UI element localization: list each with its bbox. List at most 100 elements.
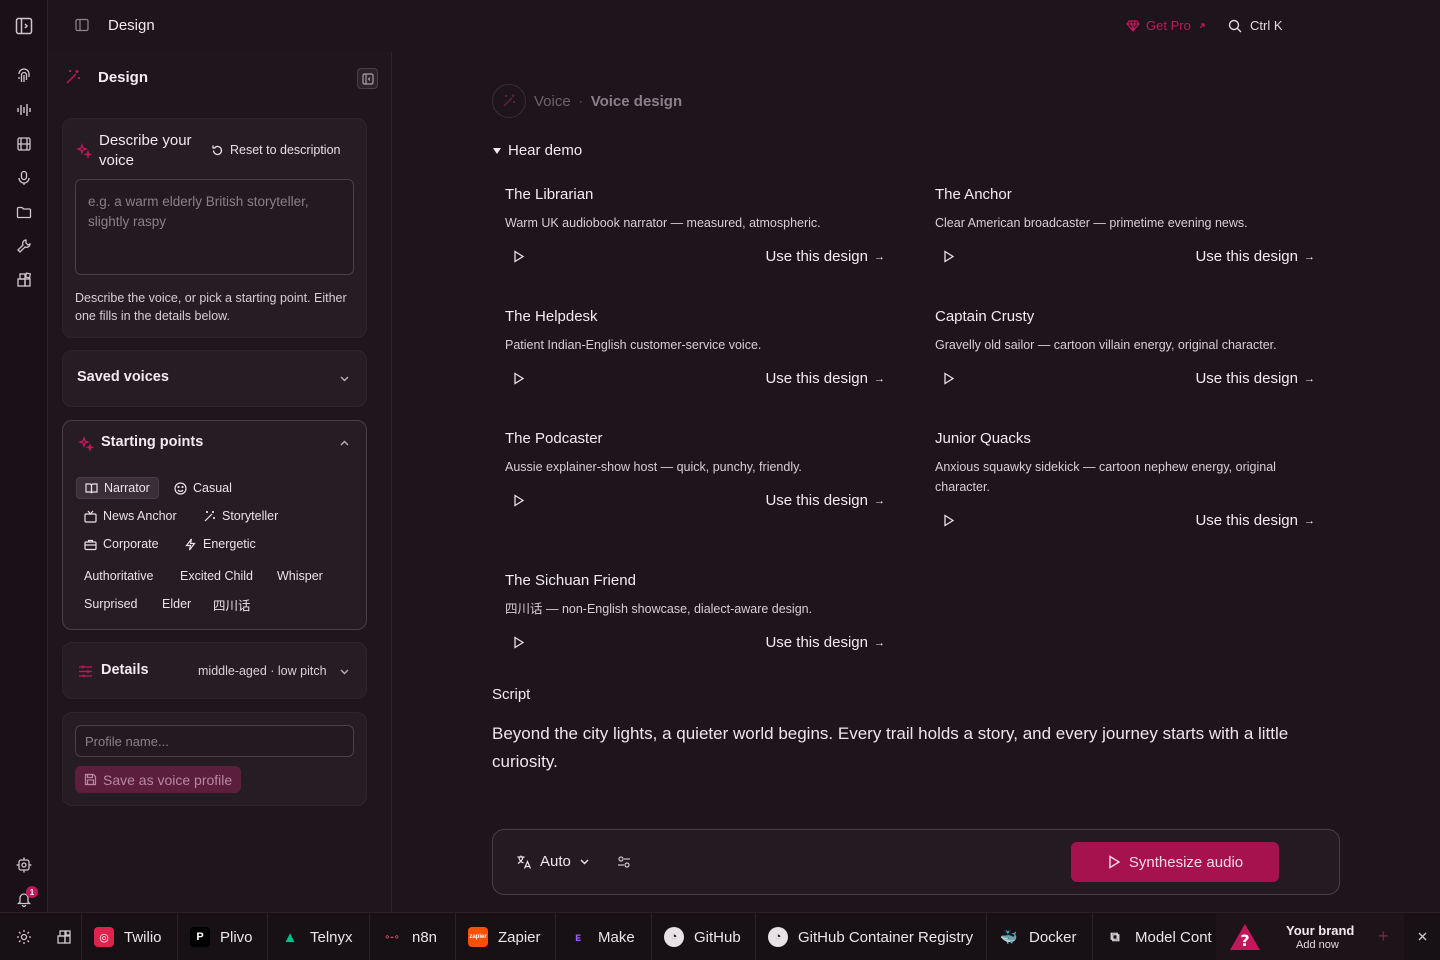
- collapse-sidebar-button[interactable]: [357, 68, 378, 89]
- arrow-right-icon: →: [1304, 250, 1315, 263]
- taskbar-plivo[interactable]: P Plivo: [178, 913, 268, 960]
- chip-narrator[interactable]: Narrator: [76, 477, 159, 499]
- play-icon[interactable]: [942, 372, 955, 385]
- taskbar-label: Twilio: [124, 928, 162, 946]
- hear-demo-label: Hear demo: [508, 142, 583, 159]
- breadcrumb-separator: ·: [578, 94, 583, 108]
- chip-energetic[interactable]: Energetic: [176, 533, 264, 555]
- use-this-design-button[interactable]: Use this design →: [1195, 248, 1315, 265]
- icon-rail: 1: [0, 0, 48, 912]
- use-label: Use this design: [765, 634, 868, 651]
- demo-name: The Helpdesk: [505, 308, 598, 325]
- play-icon[interactable]: [942, 250, 955, 263]
- demo-name: Captain Crusty: [935, 308, 1035, 325]
- close-icon[interactable]: [1417, 931, 1428, 942]
- play-icon[interactable]: [942, 514, 955, 527]
- taskbar-docker[interactable]: 🐳 Docker: [987, 913, 1093, 960]
- plivo-icon: P: [190, 927, 210, 947]
- use-this-design-button[interactable]: Use this design →: [765, 370, 885, 387]
- taskbar-make[interactable]: ᴇ Make: [556, 913, 652, 960]
- waveform-icon[interactable]: [14, 100, 34, 120]
- svg-text:?: ?: [1240, 931, 1249, 950]
- taskbar-zapier[interactable]: zapier Zapier: [456, 913, 556, 960]
- chip-casual[interactable]: Casual: [166, 477, 240, 499]
- briefcase-icon: [84, 538, 97, 551]
- demo-the-anchor: The Anchor Clear American broadcaster — …: [935, 186, 1335, 273]
- taskbar-n8n[interactable]: ∘-∘ n8n: [370, 913, 456, 960]
- play-icon: [1107, 855, 1121, 869]
- taskbar-github-container-registry[interactable]: ◔ GitHub Container Registry: [756, 913, 987, 960]
- sidebar-toggle-icon[interactable]: [14, 16, 34, 36]
- use-label: Use this design: [765, 370, 868, 387]
- tune-settings-icon[interactable]: [617, 855, 631, 869]
- chip-label: News Anchor: [103, 509, 177, 523]
- play-icon[interactable]: [512, 372, 525, 385]
- saved-voices-label: Saved voices: [77, 369, 169, 385]
- use-this-design-button[interactable]: Use this design →: [765, 492, 885, 509]
- sparkles-icon: [78, 436, 94, 452]
- describe-helper-text: Describe the voice, or pick a starting p…: [75, 291, 347, 323]
- your-brand-promo[interactable]: ? Your brand Add now +: [1216, 913, 1404, 960]
- translate-icon: [516, 854, 532, 870]
- get-pro-link[interactable]: Get Pro: [1126, 18, 1207, 33]
- chip-sichuanese[interactable]: 四川话: [205, 593, 259, 615]
- search-shortcut[interactable]: Ctrl K: [1228, 18, 1283, 33]
- profile-card: Profile name... Save as voice profile: [62, 712, 367, 806]
- use-this-design-button[interactable]: Use this design →: [1195, 512, 1315, 529]
- chip-surprised[interactable]: Surprised: [76, 593, 146, 615]
- use-this-design-button[interactable]: Use this design →: [1195, 370, 1315, 387]
- breadcrumb-voice[interactable]: Voice: [534, 93, 571, 110]
- chip-storyteller[interactable]: Storyteller: [195, 505, 286, 527]
- script-text[interactable]: Beyond the city lights, a quieter world …: [492, 720, 1332, 776]
- synthesize-audio-button[interactable]: Synthesize audio: [1071, 842, 1279, 882]
- taskbar-model-context[interactable]: ⧉ Model Cont: [1093, 913, 1217, 960]
- chip-authoritative[interactable]: Authoritative: [76, 565, 161, 587]
- layout-icon[interactable]: [75, 18, 89, 32]
- gear-icon[interactable]: [16, 929, 32, 945]
- sparkles-icon: [76, 143, 92, 159]
- folder-icon[interactable]: [14, 202, 34, 222]
- language-select[interactable]: Auto: [516, 853, 590, 870]
- play-icon[interactable]: [512, 494, 525, 507]
- voice-description-textarea[interactable]: e.g. a warm elderly British storyteller,…: [75, 179, 354, 275]
- save-voice-profile-button[interactable]: Save as voice profile: [75, 766, 242, 793]
- chip-label: Storyteller: [222, 509, 279, 523]
- chip-label: Corporate: [103, 537, 159, 551]
- use-this-design-button[interactable]: Use this design →: [765, 248, 885, 265]
- play-icon[interactable]: [512, 636, 525, 649]
- demo-the-sichuan-friend: The Sichuan Friend 四川话 — non-English sho…: [505, 572, 905, 659]
- taskbar-github[interactable]: ◔ GitHub: [652, 913, 756, 960]
- details-accordion[interactable]: Details middle-aged · low pitch: [62, 642, 367, 699]
- use-this-design-button[interactable]: Use this design →: [765, 634, 885, 651]
- synthesize-bar: Auto Synthesize audio: [492, 829, 1340, 895]
- chip-whisper[interactable]: Whisper: [269, 565, 331, 587]
- main-content: Voice · Voice design Hear demo The Libra…: [392, 52, 1440, 912]
- apps-launcher[interactable]: [48, 913, 82, 960]
- profile-name-input[interactable]: Profile name...: [75, 725, 354, 757]
- plus-icon[interactable]: +: [1378, 926, 1389, 947]
- play-icon[interactable]: [512, 250, 525, 263]
- chip-settings-icon[interactable]: [14, 855, 34, 875]
- extensions-icon[interactable]: [14, 270, 34, 290]
- wrench-icon[interactable]: [14, 236, 34, 256]
- fingerprint-icon[interactable]: [14, 66, 34, 86]
- chip-label: Surprised: [84, 597, 138, 611]
- hear-demo-toggle[interactable]: Hear demo: [492, 142, 582, 159]
- describe-voice-card: Describe your voice Reset to description…: [62, 118, 367, 338]
- taskbar-label: GitHub Container Registry: [798, 928, 974, 946]
- microphone-icon[interactable]: [14, 168, 34, 188]
- chip-news-anchor[interactable]: News Anchor: [76, 505, 185, 527]
- film-icon[interactable]: [14, 134, 34, 154]
- telnyx-icon: ▲: [282, 928, 298, 946]
- chip-excited-child[interactable]: Excited Child: [172, 565, 261, 587]
- taskbar-telnyx[interactable]: ▲ Telnyx: [268, 913, 370, 960]
- chevron-up-icon[interactable]: [339, 438, 350, 449]
- chip-elder[interactable]: Elder: [154, 593, 199, 615]
- reset-to-description-button[interactable]: Reset to description: [211, 143, 340, 157]
- starting-points-title: Starting points: [101, 434, 204, 450]
- taskbar-label: Make: [598, 928, 635, 946]
- taskbar-twilio[interactable]: ◎ Twilio: [82, 913, 178, 960]
- chip-corporate[interactable]: Corporate: [76, 533, 167, 555]
- saved-voices-accordion[interactable]: Saved voices: [62, 350, 367, 407]
- arrow-right-icon: →: [874, 250, 885, 263]
